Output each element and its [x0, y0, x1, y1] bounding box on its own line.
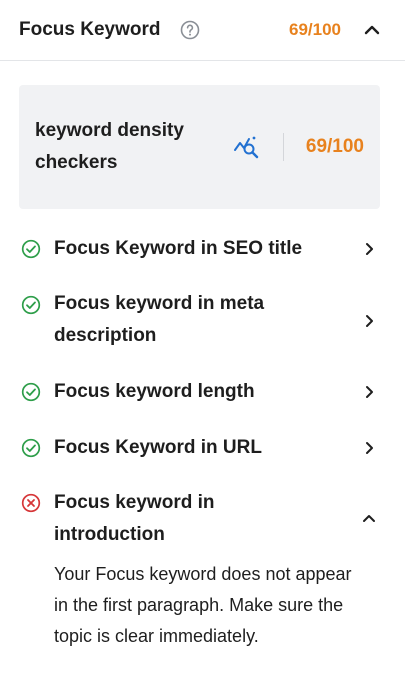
check-label: Focus Keyword in SEO title	[54, 238, 303, 259]
chevron-right-icon[interactable]	[362, 314, 376, 328]
vertical-divider	[282, 133, 284, 161]
chevron-up-icon[interactable]	[362, 512, 376, 526]
check-circle-icon	[21, 382, 41, 402]
chevron-right-icon[interactable]	[362, 242, 376, 256]
focus-keyword-value: keyword density checkers	[35, 120, 184, 173]
check-label: Focus Keyword in URL	[54, 437, 262, 458]
keyword-tools: 69/100	[233, 133, 364, 161]
check-circle-icon	[21, 295, 41, 315]
chevron-up-icon[interactable]	[363, 21, 381, 39]
chevron-right-icon[interactable]	[362, 385, 376, 399]
check-circle-icon	[21, 438, 41, 458]
keyword-score: 69/100	[305, 136, 364, 157]
check-detail-text: Your Focus keyword does not appear in th…	[54, 564, 352, 646]
focus-keyword-panel: Focus Keyword 69/100 keyword density che…	[0, 0, 405, 700]
keyword-box: keyword density checkers 69/100	[19, 85, 380, 209]
check-label: Focus keyword in meta description	[54, 293, 265, 346]
check-label: Focus keyword length	[54, 381, 255, 402]
question-circle-icon[interactable]	[180, 20, 200, 40]
focus-keyword-header[interactable]: Focus Keyword 69/100	[0, 0, 405, 61]
panel-title: Focus Keyword	[19, 19, 161, 40]
chevron-right-icon[interactable]	[362, 441, 376, 455]
check-circle-icon	[21, 239, 41, 259]
x-circle-icon	[21, 493, 41, 513]
keyword-density-icon[interactable]	[233, 133, 261, 161]
check-label: Focus keyword in introduction	[54, 492, 215, 545]
header-score: 69/100	[289, 20, 341, 39]
